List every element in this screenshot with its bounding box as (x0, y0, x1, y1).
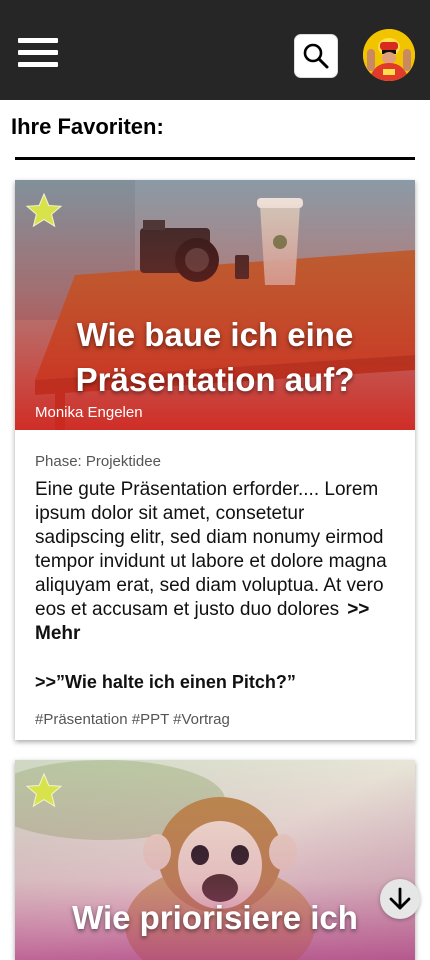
avatar-image (363, 29, 415, 81)
card-author: Monika Engelen (35, 404, 143, 421)
user-avatar[interactable] (363, 29, 415, 81)
card-excerpt: Eine gute Präsentation erforder.... Lore… (35, 478, 395, 646)
card-tags: #Präsentation #PPT #Vortrag (35, 711, 230, 728)
card-image: Wie baue ich eine Präsentation auf? Moni… (15, 180, 415, 430)
title-divider (15, 157, 415, 160)
scroll-down-button[interactable] (380, 879, 420, 919)
related-link[interactable]: >>”Wie halte ich einen Pitch?” (35, 672, 395, 693)
card-image: Wie priorisiere ich (15, 760, 415, 960)
page-title: Ihre Favoriten: (11, 114, 164, 139)
card-phase: Phase: Projektidee (35, 453, 161, 470)
search-icon (303, 43, 329, 69)
arrow-down-icon (389, 887, 411, 910)
card-title: Wie baue ich eine Präsentation auf? (75, 316, 355, 398)
favorite-star-icon[interactable] (25, 772, 63, 810)
hamburger-menu-icon[interactable] (18, 38, 58, 68)
search-button[interactable] (294, 34, 338, 78)
favorite-card[interactable]: Wie priorisiere ich (15, 760, 415, 960)
card-body: Phase: Projektidee Eine gute Präsentatio… (15, 453, 415, 728)
favorite-star-icon[interactable] (25, 192, 63, 230)
favorite-card[interactable]: Wie baue ich eine Präsentation auf? Moni… (15, 180, 415, 740)
top-app-bar (0, 0, 430, 100)
card-title: Wie priorisiere ich (72, 899, 358, 936)
excerpt-text: Eine gute Präsentation erforder.... Lore… (35, 479, 387, 620)
